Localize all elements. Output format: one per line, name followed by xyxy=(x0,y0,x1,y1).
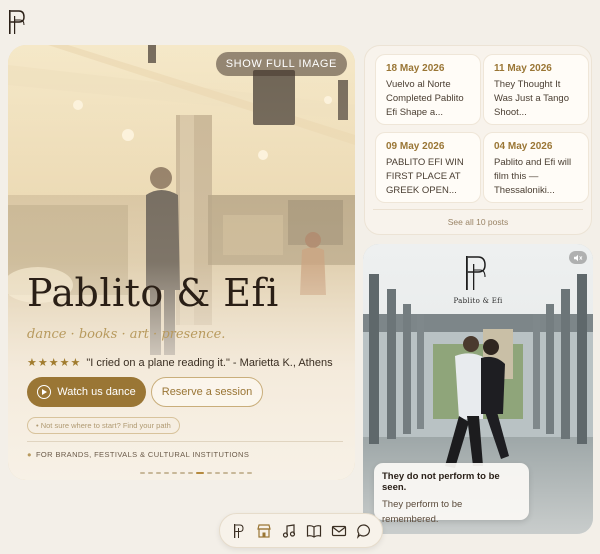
see-all-posts-link[interactable]: See all 10 posts xyxy=(365,217,591,227)
mail-icon xyxy=(331,525,346,536)
bottom-nav xyxy=(219,513,383,548)
video-brand-name: Pablito & Efi xyxy=(453,297,503,305)
hero-card: SHOW FULL IMAGE xyxy=(8,45,355,480)
music-icon xyxy=(282,523,295,538)
watch-label: Watch us dance xyxy=(57,386,136,398)
hero-title: Pablito & Efi xyxy=(27,271,279,315)
slide-indicator[interactable] xyxy=(140,472,252,474)
review-text: "I cried on a plane reading it." - Marie… xyxy=(86,357,333,369)
slide-dot[interactable] xyxy=(207,472,212,474)
logo-icon xyxy=(233,523,244,538)
nav-books[interactable] xyxy=(305,522,323,540)
slide-dot[interactable] xyxy=(188,472,193,474)
find-your-path-link[interactable]: • Not sure where to start? Find your pat… xyxy=(27,417,180,434)
post-date: 04 May 2026 xyxy=(494,141,553,152)
speaker-muted-icon xyxy=(574,254,583,261)
slide-dot[interactable] xyxy=(180,472,185,474)
posts-divider xyxy=(373,209,583,210)
book-icon xyxy=(306,524,321,538)
slide-dot[interactable] xyxy=(239,472,244,474)
brands-link[interactable]: ● FOR BRANDS, FESTIVALS & CULTURAL INSTIT… xyxy=(27,450,249,459)
slide-dot[interactable] xyxy=(164,472,169,474)
slide-dot[interactable] xyxy=(172,472,177,474)
video-caption: They do not perform to be seen. They per… xyxy=(374,463,529,525)
nav-chat[interactable] xyxy=(355,522,373,540)
nav-home[interactable] xyxy=(230,522,248,540)
nav-music[interactable] xyxy=(280,522,298,540)
reserve-session-button[interactable]: Reserve a session xyxy=(151,377,263,407)
hero-divider xyxy=(27,441,343,442)
slide-dot[interactable] xyxy=(140,472,145,474)
shop-icon xyxy=(256,523,271,538)
site-logo[interactable] xyxy=(7,8,27,36)
watch-us-dance-button[interactable]: Watch us dance xyxy=(27,377,146,407)
caption-text: They perform to be remembered. xyxy=(382,499,463,525)
mute-button[interactable] xyxy=(569,251,587,264)
nav-shop[interactable] xyxy=(255,522,273,540)
brands-label: FOR BRANDS, FESTIVALS & CULTURAL INSTITU… xyxy=(35,450,250,459)
slide-dot[interactable] xyxy=(247,472,252,474)
slide-dot[interactable] xyxy=(223,472,228,474)
post-card[interactable]: 04 May 2026 Pablito and Efi will film th… xyxy=(483,132,589,203)
logo-icon xyxy=(9,10,25,34)
post-excerpt: Vuelvo al Norte Completed Pablito Efi Sh… xyxy=(386,79,464,118)
chat-icon xyxy=(356,523,370,539)
hero-tagline: dance · books · art · presence. xyxy=(27,327,226,342)
post-excerpt: PABLITO EFI WIN FIRST PLACE AT GREEK OPE… xyxy=(386,157,464,196)
show-full-image-button[interactable]: SHOW FULL IMAGE xyxy=(215,52,347,76)
post-card[interactable]: 11 May 2026 They Thought It Was Just a T… xyxy=(483,54,589,125)
post-card[interactable]: 09 May 2026 PABLITO EFI WIN FIRST PLACE … xyxy=(375,132,481,203)
slide-dot[interactable] xyxy=(215,472,220,474)
post-excerpt: Pablito and Efi will film this — Thessal… xyxy=(494,157,572,196)
posts-panel: 18 May 2026 Vuelvo al Norte Completed Pa… xyxy=(364,45,592,235)
slide-dot[interactable] xyxy=(231,472,236,474)
post-date: 09 May 2026 xyxy=(386,141,445,152)
post-card[interactable]: 18 May 2026 Vuelvo al Norte Completed Pa… xyxy=(375,54,481,125)
post-date: 18 May 2026 xyxy=(386,63,445,74)
bullet-icon: ● xyxy=(27,450,32,459)
nav-mail[interactable] xyxy=(330,522,348,540)
slide-dot[interactable] xyxy=(148,472,153,474)
review-quote: ★★★★★ "I cried on a plane reading it." - … xyxy=(27,356,333,369)
post-excerpt: They Thought It Was Just a Tango Shoot..… xyxy=(494,79,569,118)
slide-dot[interactable] xyxy=(156,472,161,474)
slide-dot[interactable] xyxy=(196,472,204,474)
rating-stars: ★★★★★ xyxy=(27,357,82,369)
play-icon xyxy=(37,385,52,399)
video-logo-icon xyxy=(466,256,486,290)
caption-headline: They do not perform to be seen. xyxy=(382,471,500,493)
post-date: 11 May 2026 xyxy=(494,63,552,74)
